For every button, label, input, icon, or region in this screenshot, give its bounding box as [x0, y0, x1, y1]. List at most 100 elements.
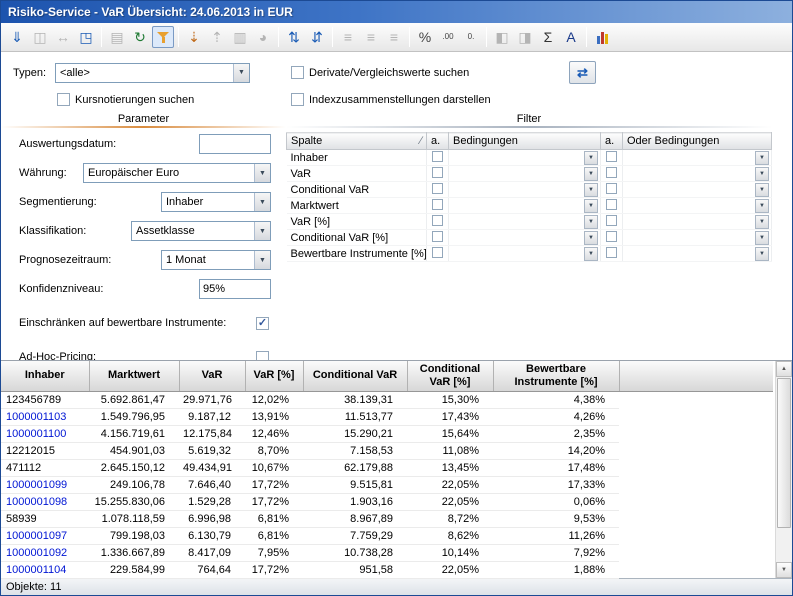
- scrollbar-thumb[interactable]: [777, 378, 791, 528]
- checkbox-box[interactable]: [291, 93, 304, 106]
- chevron-down-icon[interactable]: ▼: [233, 64, 249, 82]
- filter-header-aktiv-1[interactable]: a.: [427, 133, 449, 150]
- filter-active-checkbox[interactable]: [432, 199, 443, 210]
- field-combo[interactable]: 1 Monat▼: [161, 250, 271, 270]
- filter-header-aktiv-2[interactable]: a.: [601, 133, 623, 150]
- drill-down-icon[interactable]: ⇣: [183, 26, 205, 48]
- filter-row[interactable]: VaR [%]▼▼: [287, 214, 772, 230]
- expand-icon[interactable]: ◳: [75, 26, 97, 48]
- typen-combo[interactable]: <alle> ▼: [55, 63, 250, 83]
- refresh-icon[interactable]: ↻: [129, 26, 151, 48]
- chevron-down-icon[interactable]: ▼: [755, 151, 769, 165]
- filter-or-active-checkbox[interactable]: [606, 183, 617, 194]
- filter-condition-combo[interactable]: ▼: [451, 183, 598, 197]
- filter-row[interactable]: VaR▼▼: [287, 166, 772, 182]
- filter-active-checkbox[interactable]: [432, 167, 443, 178]
- scroll-down-icon[interactable]: ▼: [776, 562, 792, 578]
- chevron-down-icon[interactable]: ▼: [755, 247, 769, 261]
- chevron-down-icon[interactable]: ▼: [755, 199, 769, 213]
- title-bar[interactable]: Risiko-Service - VaR Übersicht: 24.06.20…: [1, 1, 792, 23]
- refresh-button[interactable]: ⇄: [569, 61, 596, 84]
- column-header[interactable]: Marktwert: [89, 361, 179, 391]
- filter-or-condition-combo[interactable]: ▼: [625, 247, 769, 261]
- chevron-down-icon[interactable]: ▼: [584, 167, 598, 181]
- field-input[interactable]: [199, 134, 271, 154]
- chevron-down-icon[interactable]: ▼: [755, 167, 769, 181]
- filter-row[interactable]: Inhaber▼▼: [287, 150, 772, 166]
- filter-condition-combo[interactable]: ▼: [451, 247, 598, 261]
- chevron-down-icon[interactable]: ▼: [254, 193, 270, 211]
- table-row[interactable]: 10000011031.549.796,959.187,1213,91%11.5…: [1, 408, 773, 425]
- chevron-down-icon[interactable]: ▼: [254, 164, 270, 182]
- filter-or-active-checkbox[interactable]: [606, 215, 617, 226]
- vertical-scrollbar[interactable]: ▲ ▼: [775, 361, 792, 578]
- field-combo[interactable]: Assetklasse▼: [131, 221, 271, 241]
- table-row[interactable]: 1000001097799.198,036.130,796,81%7.759,2…: [1, 527, 773, 544]
- filter-or-condition-combo[interactable]: ▼: [625, 151, 769, 165]
- sort-descending-icon[interactable]: ⇵: [306, 26, 328, 48]
- filter-active-checkbox[interactable]: [432, 215, 443, 226]
- remove-decimal-icon[interactable]: 0.: [460, 26, 482, 48]
- column-header[interactable]: Bewertbare Instrumente [%]: [493, 361, 619, 391]
- chevron-down-icon[interactable]: ▼: [584, 199, 598, 213]
- filter-active-checkbox[interactable]: [432, 231, 443, 242]
- table-row[interactable]: 1000001104229.584,99764,6417,72%951,5822…: [1, 561, 773, 578]
- filter-row[interactable]: Bewertbare Instrumente [%]▼▼: [287, 246, 772, 262]
- table-row[interactable]: 4711122.645.150,1249.434,9110,67%62.179,…: [1, 459, 773, 476]
- chevron-down-icon[interactable]: ▼: [584, 215, 598, 229]
- kursnotierungen-checkbox[interactable]: Kursnotierungen suchen: [55, 93, 291, 106]
- chevron-down-icon[interactable]: ▼: [584, 231, 598, 245]
- field-input[interactable]: [199, 279, 271, 299]
- checkbox-box[interactable]: [291, 66, 304, 79]
- sum-icon[interactable]: Σ: [537, 26, 559, 48]
- filter-row[interactable]: Marktwert▼▼: [287, 198, 772, 214]
- filter-or-active-checkbox[interactable]: [606, 199, 617, 210]
- filter-header-oder-bedingungen[interactable]: Oder Bedingungen: [623, 133, 772, 150]
- filter-header-bedingungen[interactable]: Bedingungen: [449, 133, 601, 150]
- filter-icon[interactable]: [152, 26, 174, 48]
- table-row[interactable]: 1234567895.692.861,4729.971,7612,02%38.1…: [1, 391, 773, 408]
- chevron-down-icon[interactable]: ▼: [584, 247, 598, 261]
- chevron-down-icon[interactable]: ▼: [755, 231, 769, 245]
- filter-or-active-checkbox[interactable]: [606, 167, 617, 178]
- filter-active-checkbox[interactable]: [432, 151, 443, 162]
- filter-or-condition-combo[interactable]: ▼: [625, 199, 769, 213]
- filter-or-condition-combo[interactable]: ▼: [625, 183, 769, 197]
- chevron-down-icon[interactable]: ▼: [254, 222, 270, 240]
- filter-or-active-checkbox[interactable]: [606, 151, 617, 162]
- chevron-down-icon[interactable]: ▼: [254, 251, 270, 269]
- table-row[interactable]: 10000010921.336.667,898.417,097,95%10.73…: [1, 544, 773, 561]
- chevron-down-icon[interactable]: ▼: [584, 183, 598, 197]
- filter-condition-combo[interactable]: ▼: [451, 199, 598, 213]
- filter-header-spalte[interactable]: Spalte ∕: [287, 133, 427, 150]
- chevron-down-icon[interactable]: ▼: [755, 215, 769, 229]
- add-decimal-icon[interactable]: .00: [437, 26, 459, 48]
- export-icon[interactable]: ⇓: [6, 26, 28, 48]
- checkbox-box[interactable]: [57, 93, 70, 106]
- sort-ascending-icon[interactable]: ⇅: [283, 26, 305, 48]
- field-combo[interactable]: Europäischer Euro▼: [83, 163, 271, 183]
- column-header[interactable]: Conditional VaR [%]: [407, 361, 493, 391]
- filter-or-condition-combo[interactable]: ▼: [625, 215, 769, 229]
- index-checkbox[interactable]: Indexzusammenstellungen darstellen: [291, 93, 553, 106]
- filter-condition-combo[interactable]: ▼: [451, 215, 598, 229]
- filter-or-active-checkbox[interactable]: [606, 231, 617, 242]
- table-row[interactable]: 1000001099249.106,787.646,4017,72%9.515,…: [1, 476, 773, 493]
- chevron-down-icon[interactable]: ▼: [755, 183, 769, 197]
- filter-or-condition-combo[interactable]: ▼: [625, 231, 769, 245]
- chevron-down-icon[interactable]: ▼: [584, 151, 598, 165]
- table-row[interactable]: 10000011004.156.719,6112.175,8412,46%15.…: [1, 425, 773, 442]
- chart-icon[interactable]: [591, 26, 613, 48]
- filter-condition-combo[interactable]: ▼: [451, 151, 598, 165]
- field-checkbox[interactable]: [256, 351, 269, 361]
- filter-active-checkbox[interactable]: [432, 183, 443, 194]
- filter-row[interactable]: Conditional VaR▼▼: [287, 182, 772, 198]
- derivate-checkbox[interactable]: Derivate/Vergleichswerte suchen: [291, 66, 553, 79]
- field-checkbox[interactable]: ✓: [256, 317, 269, 330]
- filter-row[interactable]: Conditional VaR [%]▼▼: [287, 230, 772, 246]
- table-row[interactable]: 589391.078.118,596.996,986,81%8.967,898,…: [1, 510, 773, 527]
- table-row[interactable]: 12212015454.901,035.619,328,70%7.158,531…: [1, 442, 773, 459]
- column-header[interactable]: VaR: [179, 361, 245, 391]
- filter-active-checkbox[interactable]: [432, 247, 443, 258]
- filter-condition-combo[interactable]: ▼: [451, 167, 598, 181]
